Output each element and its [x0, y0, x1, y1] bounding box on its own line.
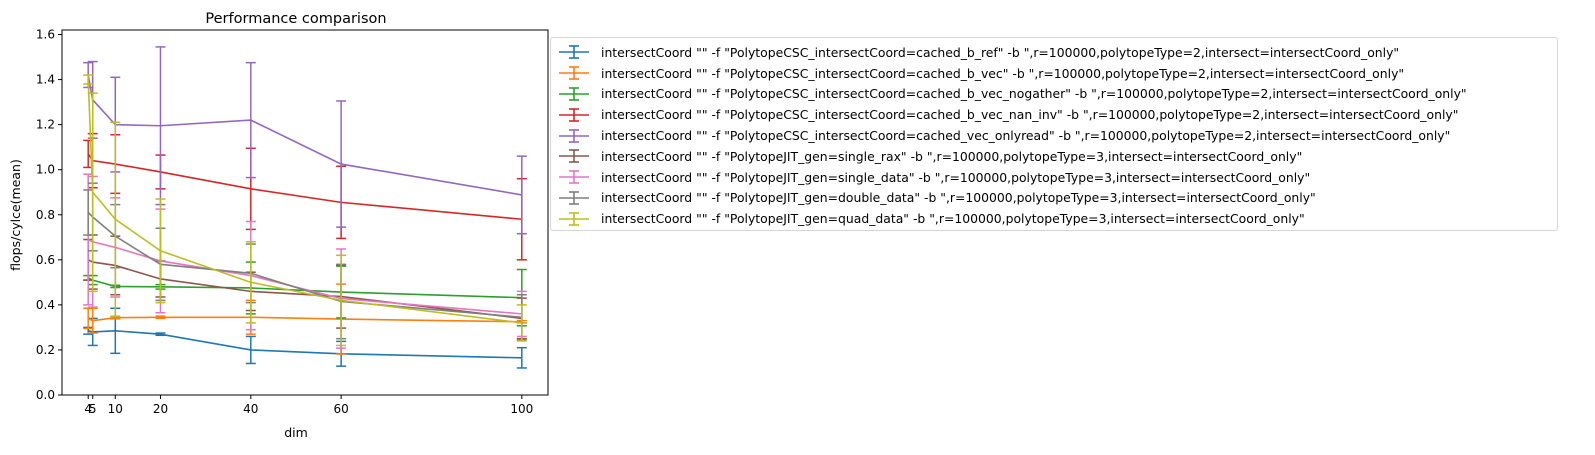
legend-swatch-errorbar-icon — [559, 107, 589, 122]
plot-area — [83, 46, 527, 369]
series-line — [87, 316, 522, 323]
y-tick-label: 0.0 — [36, 388, 55, 402]
legend-label: intersectCoord "" -f "PolytopeCSC_inters… — [601, 65, 1405, 81]
legend-swatch-errorbar-icon — [559, 66, 589, 80]
chart-title: Performance comparison — [205, 11, 386, 27]
legend-label: intersectCoord "" -f "PolytopeCSC_inters… — [601, 107, 1459, 123]
legend-entry: intersectCoord "" -f "PolytopeJIT_gen=si… — [559, 146, 1549, 167]
x-tick-label: 5 — [89, 402, 97, 416]
legend-label: intersectCoord "" -f "PolytopeCSC_inters… — [601, 128, 1451, 144]
y-tick-label: 1.2 — [36, 118, 55, 132]
series-line — [87, 211, 522, 319]
x-tick-label: 40 — [243, 402, 258, 416]
legend-entry: intersectCoord "" -f "PolytopeJIT_gen=qu… — [559, 208, 1549, 229]
y-tick-label: 0.2 — [36, 343, 55, 357]
x-axis-label: dim — [284, 425, 308, 440]
x-tick-label: 100 — [510, 402, 533, 416]
legend-swatch-errorbar-icon — [559, 128, 589, 143]
axes: 45 10 20 40 60 1000.00.20.40.60.81.01.21.41.6 — [36, 28, 549, 416]
legend-swatch-errorbar-icon — [559, 149, 589, 164]
y-tick-label: 0.4 — [36, 298, 55, 312]
series-6 — [83, 173, 527, 349]
legend-entry: intersectCoord "" -f "PolytopeJIT_gen=si… — [559, 167, 1549, 188]
y-axis-label: flops/cylce(mean) — [8, 159, 23, 271]
legend-entry: intersectCoord "" -f "PolytopeCSC_inters… — [559, 104, 1549, 125]
series-7 — [83, 182, 527, 341]
y-tick-label: 1.4 — [36, 73, 55, 87]
legend-entry: intersectCoord "" -f "PolytopeCSC_inters… — [559, 84, 1549, 105]
legend-label: intersectCoord "" -f "PolytopeJIT_gen=si… — [601, 169, 1311, 185]
legend-swatch-errorbar-icon — [559, 170, 589, 184]
plot-frame — [61, 29, 549, 396]
y-tick-label: 1.0 — [36, 163, 55, 177]
series-3 — [83, 132, 527, 261]
legend-label: intersectCoord "" -f "PolytopeCSC_inters… — [601, 86, 1467, 102]
series-8 — [83, 74, 527, 347]
legend-label: intersectCoord "" -f "PolytopeJIT_gen=do… — [601, 190, 1316, 206]
legend-swatch-errorbar-icon — [559, 87, 589, 101]
legend-label: intersectCoord "" -f "PolytopeJIT_gen=qu… — [601, 211, 1305, 227]
series-line — [88, 329, 522, 359]
legend-entry: intersectCoord "" -f "PolytopeJIT_gen=do… — [559, 188, 1549, 209]
legend: intersectCoord "" -f "PolytopeCSC_inters… — [550, 37, 1558, 231]
legend-entry: intersectCoord "" -f "PolytopeCSC_inters… — [559, 42, 1549, 63]
x-tick-label: 10 — [108, 402, 123, 416]
legend-label: intersectCoord "" -f "PolytopeJIT_gen=si… — [601, 148, 1303, 164]
x-tick-label: 60 — [333, 402, 348, 416]
y-tick-label: 0.8 — [36, 208, 55, 222]
y-tick-label: 1.6 — [36, 28, 55, 42]
x-tick-label: 20 — [153, 402, 168, 416]
legend-entry: intersectCoord "" -f "PolytopeCSC_inters… — [559, 125, 1549, 146]
series-line — [87, 74, 522, 196]
legend-label: intersectCoord "" -f "PolytopeCSC_inters… — [601, 44, 1400, 60]
series-line — [87, 153, 522, 221]
legend-entry: intersectCoord "" -f "PolytopeCSC_inters… — [559, 63, 1549, 84]
series-4 — [83, 46, 527, 235]
y-tick-label: 0.6 — [36, 253, 55, 267]
legend-swatch-errorbar-icon — [559, 211, 589, 226]
legend-swatch-errorbar-icon — [559, 45, 589, 60]
legend-swatch-errorbar-icon — [559, 191, 589, 205]
